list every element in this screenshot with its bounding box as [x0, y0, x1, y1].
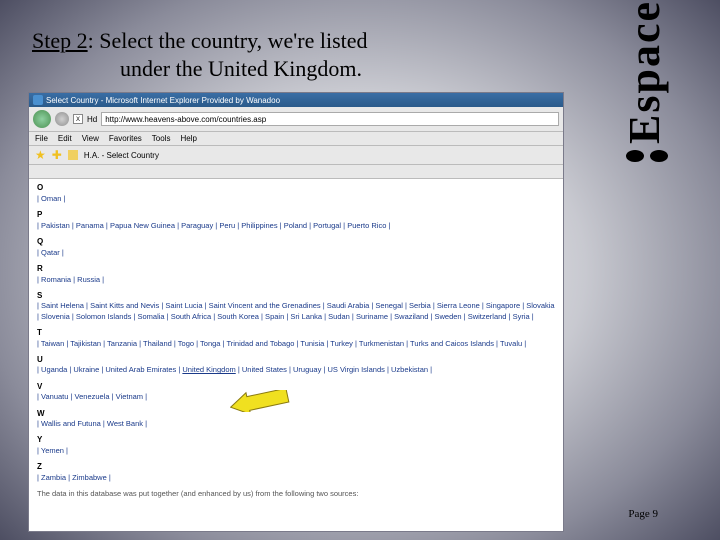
letter-heading: O [37, 183, 555, 194]
back-button[interactable] [33, 110, 51, 128]
window-title: Select Country - Microsoft Internet Expl… [46, 96, 280, 105]
espace-logo-text: Espace [619, 0, 670, 144]
menu-edit[interactable]: Edit [58, 134, 72, 143]
ie-icon [33, 95, 43, 105]
menu-favorites[interactable]: Favorites [109, 134, 142, 143]
country-list[interactable]: | Qatar | [37, 248, 555, 258]
country-list-u[interactable]: | Uganda | Ukraine | United Arab Emirate… [37, 365, 555, 375]
add-fav-icon[interactable]: ✚ [52, 148, 62, 162]
group-s: S | Saint Helena | Saint Kitts and Nevis… [37, 291, 555, 322]
menu-help[interactable]: Help [180, 134, 196, 143]
footer-text: The data in this database was put togeth… [37, 489, 555, 499]
stop-icon[interactable]: X [73, 114, 83, 124]
logo-icon [650, 150, 668, 162]
browser-favbar[interactable]: ★ ✚ H.A. - Select Country [29, 146, 563, 165]
espace-logo-icons [626, 150, 668, 162]
group-o: O | Oman | [37, 183, 555, 204]
group-p: P | Pakistan | Panama | Papua New Guinea… [37, 210, 555, 231]
browser-menu[interactable]: File Edit View Favorites Tools Help [29, 132, 563, 146]
letter-heading: W [37, 409, 555, 420]
group-t: T | Taiwan | Tajikistan | Tanzania | Tha… [37, 328, 555, 349]
letter-heading: T [37, 328, 555, 339]
address-bar[interactable] [101, 112, 559, 126]
title-text: : Select the country, we're listed [88, 28, 368, 53]
menu-tools[interactable]: Tools [152, 134, 171, 143]
tab-label[interactable]: H.A. - Select Country [84, 151, 159, 160]
country-list[interactable]: | Romania | Russia | [37, 275, 555, 285]
letter-heading: Z [37, 462, 555, 473]
country-list[interactable]: | Saint Helena | Saint Kitts and Nevis |… [37, 301, 555, 321]
page-content: O | Oman | P | Pakistan | Panama | Papua… [29, 179, 563, 503]
letter-heading: V [37, 382, 555, 393]
menu-view[interactable]: View [82, 134, 99, 143]
address-label: Hd [87, 115, 97, 124]
slide-title-line1: Step 2: Select the country, we're listed [32, 28, 368, 54]
country-list[interactable]: | Oman | [37, 194, 555, 204]
letter-heading: Q [37, 237, 555, 248]
letter-heading: Y [37, 435, 555, 446]
browser-toolbar[interactable]: X Hd [29, 107, 563, 132]
favorites-star-icon[interactable]: ★ [35, 148, 46, 162]
logo-icon [626, 150, 644, 162]
u-after[interactable]: | United States | Uruguay | US Virgin Is… [236, 365, 432, 374]
link-united-kingdom[interactable]: United Kingdom [182, 365, 235, 374]
group-u: U | Uganda | Ukraine | United Arab Emira… [37, 355, 555, 376]
letter-heading: P [37, 210, 555, 221]
home-icon[interactable] [68, 150, 78, 160]
browser-titlebar: Select Country - Microsoft Internet Expl… [29, 93, 563, 107]
country-list[interactable]: | Yemen | [37, 446, 555, 456]
country-list[interactable]: | Wallis and Futuna | West Bank | [37, 419, 555, 429]
browser-window: Select Country - Microsoft Internet Expl… [28, 92, 564, 532]
country-list[interactable]: | Pakistan | Panama | Papua New Guinea |… [37, 221, 555, 231]
group-v: V | Vanuatu | Venezuela | Vietnam | [37, 382, 555, 403]
group-w: W | Wallis and Futuna | West Bank | [37, 409, 555, 430]
menu-file[interactable]: File [35, 134, 48, 143]
group-z: Z | Zambia | Zimbabwe | [37, 462, 555, 483]
letter-heading: S [37, 291, 555, 302]
country-list[interactable]: | Vanuatu | Venezuela | Vietnam | [37, 392, 555, 402]
country-list[interactable]: | Taiwan | Tajikistan | Tanzania | Thail… [37, 339, 555, 349]
group-q: Q | Qatar | [37, 237, 555, 258]
tab-strip [29, 165, 563, 179]
page-number: Page 9 [628, 508, 658, 520]
slide-title-line2: under the United Kingdom. [120, 56, 362, 82]
forward-button[interactable] [55, 112, 69, 126]
country-list[interactable]: | Zambia | Zimbabwe | [37, 473, 555, 483]
step-label: Step 2 [32, 28, 88, 53]
letter-heading: U [37, 355, 555, 366]
u-before[interactable]: | Uganda | Ukraine | United Arab Emirate… [37, 365, 182, 374]
letter-heading: R [37, 264, 555, 275]
group-r: R | Romania | Russia | [37, 264, 555, 285]
group-y: Y | Yemen | [37, 435, 555, 456]
